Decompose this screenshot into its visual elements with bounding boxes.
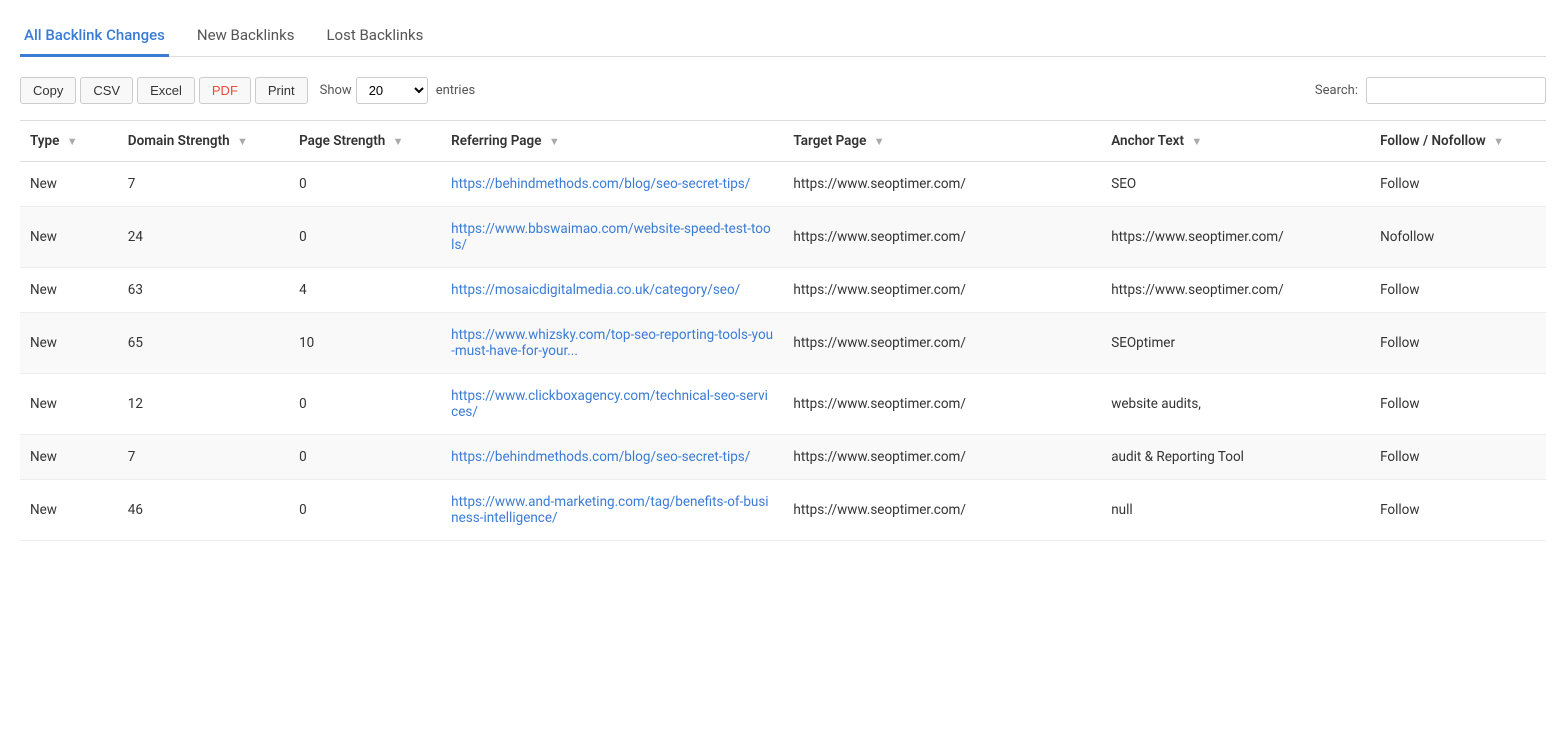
cell-type: New: [20, 207, 118, 268]
cell-referring-page[interactable]: https://www.and-marketing.com/tag/benefi…: [441, 480, 783, 541]
cell-domain-strength: 7: [118, 162, 289, 207]
show-label: Show: [320, 83, 352, 98]
sort-icon-page: ▼: [393, 135, 404, 148]
cell-domain-strength: 12: [118, 374, 289, 435]
cell-type: New: [20, 313, 118, 374]
sort-icon-follow: ▼: [1493, 135, 1504, 148]
sort-icon-referring: ▼: [549, 135, 560, 148]
cell-domain-strength: 63: [118, 268, 289, 313]
cell-type: New: [20, 480, 118, 541]
excel-button[interactable]: Excel: [137, 77, 195, 104]
cell-target-page: https://www.seoptimer.com/: [783, 480, 1101, 541]
table-row: New70https://behindmethods.com/blog/seo-…: [20, 162, 1546, 207]
cell-domain-strength: 7: [118, 435, 289, 480]
sort-icon-target: ▼: [874, 135, 885, 148]
backlinks-table: Type ▼ Domain Strength ▼ Page Strength ▼…: [20, 120, 1546, 541]
tab-bar: All Backlink Changes New Backlinks Lost …: [20, 16, 1546, 57]
cell-follow-nofollow: Nofollow: [1370, 207, 1546, 268]
tab-all-backlink-changes[interactable]: All Backlink Changes: [20, 16, 169, 57]
cell-page-strength: 4: [289, 268, 441, 313]
col-header-page-strength[interactable]: Page Strength ▼: [289, 121, 441, 162]
cell-referring-page[interactable]: https://www.bbswaimao.com/website-speed-…: [441, 207, 783, 268]
cell-target-page: https://www.seoptimer.com/: [783, 268, 1101, 313]
copy-button[interactable]: Copy: [20, 77, 76, 104]
search-label: Search:: [1315, 83, 1358, 98]
cell-referring-page[interactable]: https://behindmethods.com/blog/seo-secre…: [441, 162, 783, 207]
cell-type: New: [20, 374, 118, 435]
entries-select[interactable]: 20 50 100: [356, 77, 428, 104]
cell-target-page: https://www.seoptimer.com/: [783, 313, 1101, 374]
col-header-follow-nofollow[interactable]: Follow / Nofollow ▼: [1370, 121, 1546, 162]
cell-domain-strength: 65: [118, 313, 289, 374]
cell-anchor-text: https://www.seoptimer.com/: [1101, 268, 1370, 313]
cell-follow-nofollow: Follow: [1370, 435, 1546, 480]
cell-target-page: https://www.seoptimer.com/: [783, 374, 1101, 435]
cell-page-strength: 0: [289, 207, 441, 268]
cell-referring-page[interactable]: https://www.clickboxagency.com/technical…: [441, 374, 783, 435]
cell-anchor-text: audit & Reporting Tool: [1101, 435, 1370, 480]
cell-follow-nofollow: Follow: [1370, 313, 1546, 374]
cell-anchor-text: website audits,: [1101, 374, 1370, 435]
col-header-target-page[interactable]: Target Page ▼: [783, 121, 1101, 162]
entries-text: entries: [436, 83, 476, 98]
tab-new-backlinks[interactable]: New Backlinks: [193, 16, 299, 57]
table-row: New460https://www.and-marketing.com/tag/…: [20, 480, 1546, 541]
cell-page-strength: 0: [289, 162, 441, 207]
cell-type: New: [20, 435, 118, 480]
cell-target-page: https://www.seoptimer.com/: [783, 207, 1101, 268]
cell-target-page: https://www.seoptimer.com/: [783, 435, 1101, 480]
col-header-anchor-text[interactable]: Anchor Text ▼: [1101, 121, 1370, 162]
search-input[interactable]: [1366, 77, 1546, 104]
csv-button[interactable]: CSV: [80, 77, 133, 104]
table-row: New634https://mosaicdigitalmedia.co.uk/c…: [20, 268, 1546, 313]
cell-follow-nofollow: Follow: [1370, 374, 1546, 435]
table-row: New240https://www.bbswaimao.com/website-…: [20, 207, 1546, 268]
col-header-domain-strength[interactable]: Domain Strength ▼: [118, 121, 289, 162]
cell-anchor-text: SEOptimer: [1101, 313, 1370, 374]
cell-referring-page[interactable]: https://www.whizsky.com/top-seo-reportin…: [441, 313, 783, 374]
cell-follow-nofollow: Follow: [1370, 268, 1546, 313]
cell-anchor-text: https://www.seoptimer.com/: [1101, 207, 1370, 268]
toolbar: Copy CSV Excel PDF Print Show 20 50 100 …: [20, 77, 1546, 104]
col-header-referring-page[interactable]: Referring Page ▼: [441, 121, 783, 162]
print-button[interactable]: Print: [255, 77, 308, 104]
cell-page-strength: 10: [289, 313, 441, 374]
cell-page-strength: 0: [289, 480, 441, 541]
sort-icon-anchor: ▼: [1191, 135, 1202, 148]
cell-referring-page[interactable]: https://behindmethods.com/blog/seo-secre…: [441, 435, 783, 480]
cell-domain-strength: 24: [118, 207, 289, 268]
table-row: New70https://behindmethods.com/blog/seo-…: [20, 435, 1546, 480]
cell-target-page: https://www.seoptimer.com/: [783, 162, 1101, 207]
tab-lost-backlinks[interactable]: Lost Backlinks: [322, 16, 427, 57]
pdf-button[interactable]: PDF: [199, 77, 251, 104]
col-header-type[interactable]: Type ▼: [20, 121, 118, 162]
cell-domain-strength: 46: [118, 480, 289, 541]
cell-type: New: [20, 162, 118, 207]
cell-page-strength: 0: [289, 435, 441, 480]
cell-anchor-text: null: [1101, 480, 1370, 541]
table-row: New120https://www.clickboxagency.com/tec…: [20, 374, 1546, 435]
cell-follow-nofollow: Follow: [1370, 162, 1546, 207]
sort-icon-type: ▼: [67, 135, 78, 148]
cell-anchor-text: SEO: [1101, 162, 1370, 207]
search-container: Search:: [1315, 77, 1546, 104]
cell-page-strength: 0: [289, 374, 441, 435]
cell-follow-nofollow: Follow: [1370, 480, 1546, 541]
table-header-row: Type ▼ Domain Strength ▼ Page Strength ▼…: [20, 121, 1546, 162]
sort-icon-domain: ▼: [237, 135, 248, 148]
cell-type: New: [20, 268, 118, 313]
cell-referring-page[interactable]: https://mosaicdigitalmedia.co.uk/categor…: [441, 268, 783, 313]
table-row: New6510https://www.whizsky.com/top-seo-r…: [20, 313, 1546, 374]
